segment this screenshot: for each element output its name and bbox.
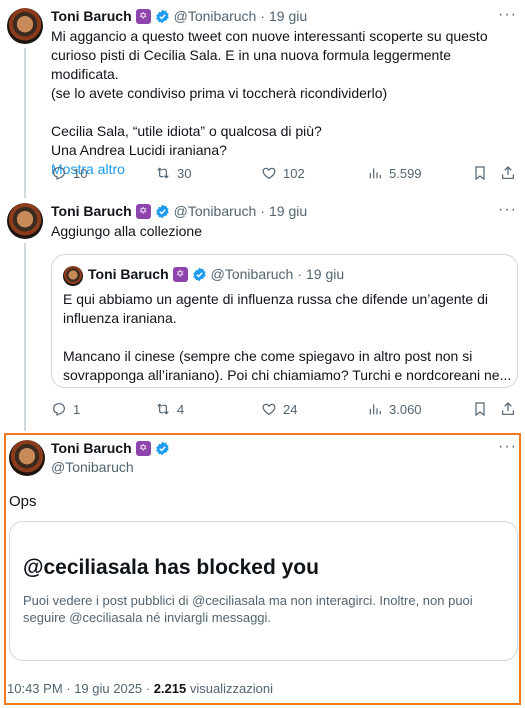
like-icon xyxy=(262,403,276,416)
reply-count: 1 xyxy=(73,401,81,417)
blocked-description-line: seguire @ceciliasala né inviargli messag… xyxy=(23,610,272,625)
tweet-timestamp[interactable]: 10:43 PM · 19 giu 2025 · xyxy=(7,681,150,696)
quoted-tweet[interactable]: Toni Baruch ✡ @Tonibaruch · 19 giu E qui… xyxy=(51,254,518,388)
like-button[interactable]: 24 xyxy=(261,401,297,417)
avatar[interactable] xyxy=(7,8,43,44)
star-of-david-badge-icon: ✡ xyxy=(172,266,188,282)
quote-header: Toni Baruch ✡ @Tonibaruch · 19 giu xyxy=(88,266,344,282)
blocked-card: @ceciliasala has blocked you Puoi vedere… xyxy=(9,521,518,661)
like-button[interactable]: 102 xyxy=(261,165,305,181)
tweet-date: 19 giu xyxy=(306,266,345,282)
views-button[interactable]: 5.599 xyxy=(367,165,422,181)
repost-icon xyxy=(157,167,169,179)
author-name[interactable]: Toni Baruch xyxy=(51,203,132,219)
tweet-date[interactable]: 19 giu xyxy=(269,8,307,24)
tweet-header: Toni Baruch ✡ xyxy=(51,440,170,456)
author-name[interactable]: Toni Baruch xyxy=(51,440,132,456)
reply-count: 10 xyxy=(73,165,88,181)
bookmark-button[interactable] xyxy=(472,165,488,181)
author-handle[interactable]: @Tonibaruch xyxy=(174,8,257,24)
tweet-header: Toni Baruch ✡ @Tonibaruch · 19 giu xyxy=(51,203,307,219)
more-icon[interactable]: ··· xyxy=(498,201,517,219)
share-icon xyxy=(502,166,514,179)
author-handle[interactable]: @Tonibaruch xyxy=(51,459,134,475)
views-icon xyxy=(369,404,381,415)
repost-button[interactable]: 4 xyxy=(155,401,184,417)
like-icon xyxy=(262,167,276,180)
verified-icon xyxy=(155,204,169,218)
bookmark-icon xyxy=(475,402,485,417)
separator: · xyxy=(260,8,266,24)
like-count: 102 xyxy=(283,165,305,181)
author-name[interactable]: Toni Baruch xyxy=(51,8,132,24)
avatar xyxy=(63,266,83,286)
thread-line xyxy=(24,243,26,431)
reply-button[interactable]: 1 xyxy=(51,401,80,417)
tweet-text: Aggiungo alla collezione xyxy=(51,223,202,239)
repost-count: 30 xyxy=(177,165,192,181)
verified-icon xyxy=(155,441,169,455)
views-label: visualizzazioni xyxy=(189,681,273,696)
blocked-description: Puoi vedere i post pubblici di @cecilias… xyxy=(23,592,513,626)
more-icon[interactable]: ··· xyxy=(498,438,517,456)
share-icon xyxy=(502,402,514,415)
tweet-header: Toni Baruch ✡ @Tonibaruch · 19 giu xyxy=(51,8,307,24)
views-count: 2.215 xyxy=(153,681,187,696)
star-of-david-badge-icon: ✡ xyxy=(135,203,151,219)
share-button[interactable] xyxy=(500,165,516,181)
author-handle[interactable]: @Tonibaruch xyxy=(174,203,257,219)
separator: · xyxy=(297,266,303,282)
verified-icon xyxy=(192,267,206,281)
tweet-text-line: Cecilia Sala, “utile idiota” o qualcosa … xyxy=(51,123,322,139)
blocked-description-line: Puoi vedere i post pubblici di @cecilias… xyxy=(23,593,473,608)
tweet-text-line: Una Andrea Lucidi iraniana? xyxy=(51,142,227,158)
like-count: 24 xyxy=(283,401,298,417)
tweet-text: Mi aggancio a questo tweet con nuove int… xyxy=(51,27,521,179)
focused-tweet: Toni Baruch ✡ @Tonibaruch ··· Ops @cecil… xyxy=(4,433,521,705)
separator: · xyxy=(260,203,266,219)
avatar[interactable] xyxy=(7,203,43,239)
quote-text-line: Mancano il cinese (sempre che come spieg… xyxy=(63,348,473,364)
views-button[interactable]: 3.060 xyxy=(367,401,422,417)
author-name: Toni Baruch xyxy=(88,266,169,282)
views-icon xyxy=(369,168,381,179)
quote-text-line: E qui abbiamo un agente di influenza rus… xyxy=(63,291,488,307)
quote-text: E qui abbiamo un agente di influenza rus… xyxy=(63,290,513,385)
views-count: 5.599 xyxy=(389,165,422,181)
thread-line xyxy=(24,48,26,198)
star-of-david-badge-icon: ✡ xyxy=(135,8,151,24)
repost-button[interactable]: 30 xyxy=(155,165,191,181)
quote-text-line: influenza iraniana. xyxy=(63,310,177,326)
author-handle: @Tonibaruch xyxy=(210,266,294,282)
avatar[interactable] xyxy=(9,440,45,476)
reply-button[interactable]: 10 xyxy=(51,165,87,181)
blocked-title: @ceciliasala has blocked you xyxy=(23,556,319,579)
star-of-david-badge-icon: ✡ xyxy=(135,440,151,456)
bookmark-button[interactable] xyxy=(472,401,488,417)
repost-icon xyxy=(157,403,169,415)
more-icon[interactable]: ··· xyxy=(498,6,517,24)
quote-text-line: sovrapponga all’iraniano). Poi chi chiam… xyxy=(63,367,512,383)
reply-icon xyxy=(53,167,65,180)
bookmark-icon xyxy=(475,166,485,181)
tweet-text-line: (se lo avete condiviso prima vi toccherà… xyxy=(51,85,388,101)
views-count: 3.060 xyxy=(389,401,422,417)
repost-count: 4 xyxy=(177,401,185,417)
tweet-text: Ops xyxy=(9,493,37,510)
verified-icon xyxy=(155,9,169,23)
reply-icon xyxy=(53,403,65,416)
tweet-text-line: Mi aggancio a questo tweet con nuove int… xyxy=(51,28,488,44)
tweet-timestamp-row: 10:43 PM · 19 giu 2025 · 2.215 visualizz… xyxy=(7,681,273,696)
tweet-text-line: curioso pisti di Cecilia Sala. E in una … xyxy=(51,47,451,82)
share-button[interactable] xyxy=(500,401,516,417)
tweet-date[interactable]: 19 giu xyxy=(269,203,307,219)
